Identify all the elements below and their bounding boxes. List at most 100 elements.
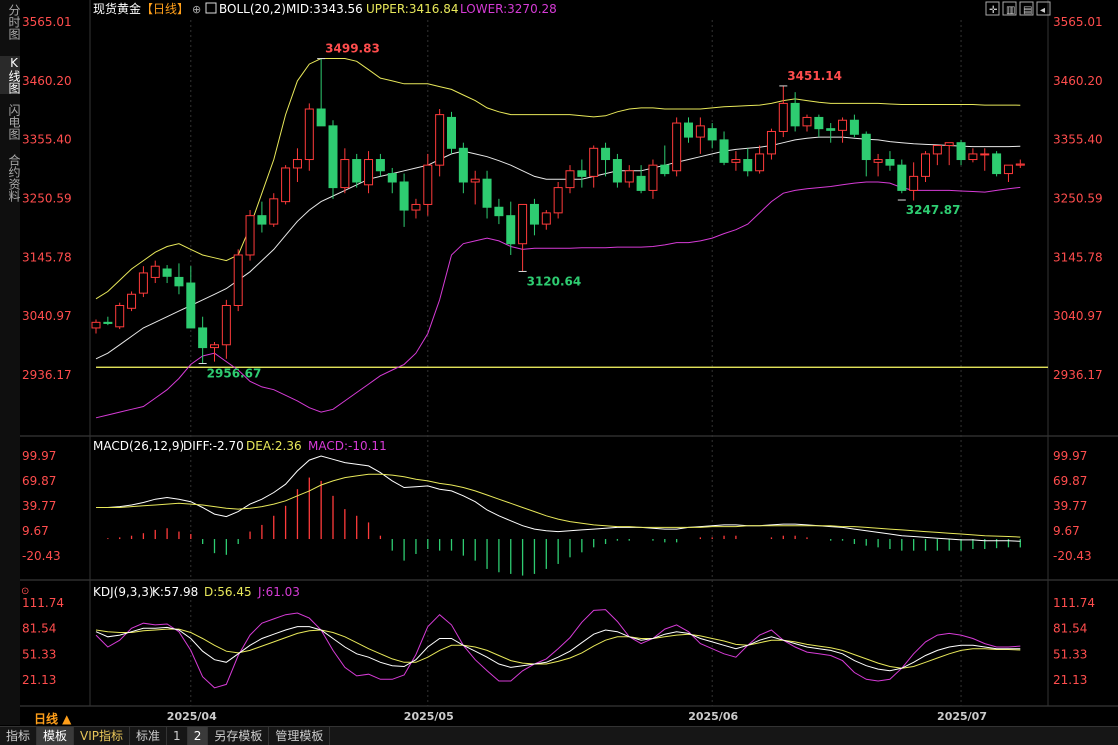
candle-body — [328, 125, 338, 189]
macd-y-tick-right: 39.77 — [1053, 499, 1087, 513]
candle-body — [447, 116, 456, 149]
candle-body — [790, 102, 800, 127]
boll-mid: MID:3343.56 — [286, 2, 363, 16]
candle-body — [458, 147, 468, 183]
macd-dea: DEA:2.36 — [246, 439, 302, 453]
candle-body — [624, 170, 634, 183]
bottom-tab-2[interactable]: VIP指标 — [74, 727, 131, 745]
y-tick-left: 3460.20 — [22, 74, 72, 88]
candle-body — [921, 153, 930, 177]
x-tick-label: 2025/06 — [688, 710, 738, 723]
annotation-low: 3120.64 — [527, 274, 582, 288]
kdj-k: K:57.98 — [152, 585, 198, 599]
candle-body — [589, 147, 599, 177]
candle-body — [470, 178, 480, 183]
candle-body — [897, 164, 907, 191]
boll-label: BOLL(20,2) — [219, 2, 286, 16]
macd-diff: DIFF:-2.70 — [183, 439, 244, 453]
sidebar-tab-lightning[interactable]: 闪电图 — [0, 104, 21, 140]
macd-y-tick-left: 69.87 — [22, 474, 56, 488]
candle-body — [233, 254, 243, 306]
candle-body — [423, 164, 433, 205]
bottom-tab-4[interactable]: 1 — [167, 727, 188, 745]
kdj-y-tick-left: 21.13 — [22, 673, 56, 687]
candle-body — [529, 203, 539, 225]
bottom-tab-1[interactable]: 模板 — [37, 727, 75, 745]
candle-body — [695, 125, 705, 138]
sidebar: 分时图 K线图 闪电图 合约资料 — [0, 0, 21, 725]
kdj-y-tick-left: 81.54 — [22, 622, 56, 636]
y-tick-left: 3040.97 — [22, 309, 72, 323]
macd-y-tick-left: 99.97 — [22, 449, 56, 463]
candle-body — [731, 159, 741, 163]
bottom-tab-6[interactable]: 另存模板 — [208, 727, 270, 745]
kdj-y-tick-left: 51.33 — [22, 647, 56, 661]
candle-body — [127, 293, 137, 309]
candle-body — [375, 159, 385, 172]
bottom-tab-3[interactable]: 标准 — [130, 727, 168, 745]
candle-body — [707, 128, 717, 141]
candle-body — [849, 119, 859, 135]
sidebar-tab-kline[interactable]: K线图 — [0, 56, 21, 94]
instrument-title: 现货黄金 — [93, 1, 141, 16]
candle-body — [861, 133, 871, 161]
candle-body — [1003, 164, 1013, 175]
candle-body — [435, 114, 445, 166]
y-tick-right: 3145.78 — [1053, 250, 1103, 264]
annotation-high: 3499.83 — [325, 42, 380, 56]
candle-body — [138, 272, 148, 294]
candle-body — [743, 159, 753, 172]
candle-body — [636, 175, 646, 191]
sidebar-tab-contract-info[interactable]: 合约资料 — [0, 154, 21, 202]
candle-body — [684, 122, 693, 138]
candle-body — [411, 203, 421, 211]
candle-body — [660, 164, 670, 175]
boll-upper: UPPER:3416.84 — [366, 2, 458, 16]
candle-body — [257, 215, 267, 225]
candle-body — [506, 215, 516, 245]
settings-icon[interactable]: ⊕ — [192, 3, 201, 16]
y-tick-left: 3250.59 — [22, 192, 72, 206]
candle-body — [162, 268, 172, 277]
candle-body — [364, 159, 374, 186]
period-badge: 【日线】 — [141, 2, 189, 16]
candle-body — [91, 321, 101, 329]
candle-body — [340, 159, 350, 189]
sidebar-tab-time-share[interactable]: 分时图 — [0, 4, 21, 40]
candle-body — [956, 142, 966, 161]
candle-body — [565, 170, 575, 189]
candle-body — [778, 102, 788, 132]
candle-body — [672, 122, 682, 172]
candle-body — [115, 304, 125, 328]
y-tick-left: 3145.78 — [22, 250, 72, 264]
y-tick-right: 3250.59 — [1053, 192, 1103, 206]
candle-body — [826, 128, 836, 131]
candle-body — [909, 175, 919, 191]
chart-area[interactable]: 现货黄金 【日线】 ⊕ BOLL(20,2) MID:3343.56 UPPER… — [20, 0, 1118, 726]
kdj-d: D:56.45 — [204, 585, 252, 599]
kdj-label: KDJ(9,3,3) — [93, 585, 154, 599]
bottom-tab-0[interactable]: 指标 — [0, 727, 38, 745]
candle-body — [174, 276, 184, 287]
macd-y-tick-left: 9.67 — [22, 524, 49, 538]
kdj-y-tick-right: 21.13 — [1053, 673, 1087, 687]
bottom-tab-7[interactable]: 管理模板 — [269, 727, 331, 745]
y-tick-left: 3565.01 — [22, 15, 72, 29]
macd-y-tick-left: -20.43 — [22, 549, 61, 563]
x-tick-label: 2025/07 — [937, 710, 987, 723]
candle-body — [316, 108, 326, 127]
annotation-low: 3247.87 — [906, 203, 961, 217]
kdj-j: J:61.03 — [257, 585, 300, 599]
scroll-glyph: ◂ — [1040, 5, 1045, 16]
candle-body — [482, 178, 492, 208]
bottom-tab-5[interactable]: 2 — [187, 727, 209, 745]
macd-label: MACD(26,12,9) — [93, 439, 184, 453]
candle-body — [352, 159, 362, 183]
candle-body — [719, 139, 729, 163]
period-selector[interactable]: 日线 ▲ — [34, 711, 72, 726]
boll-lower: LOWER:3270.28 — [460, 2, 557, 16]
candle-body — [885, 159, 895, 166]
macd-y-tick-right: 9.67 — [1053, 524, 1080, 538]
x-tick-label: 2025/04 — [167, 710, 217, 723]
kdj-y-tick-right: 51.33 — [1053, 647, 1087, 661]
